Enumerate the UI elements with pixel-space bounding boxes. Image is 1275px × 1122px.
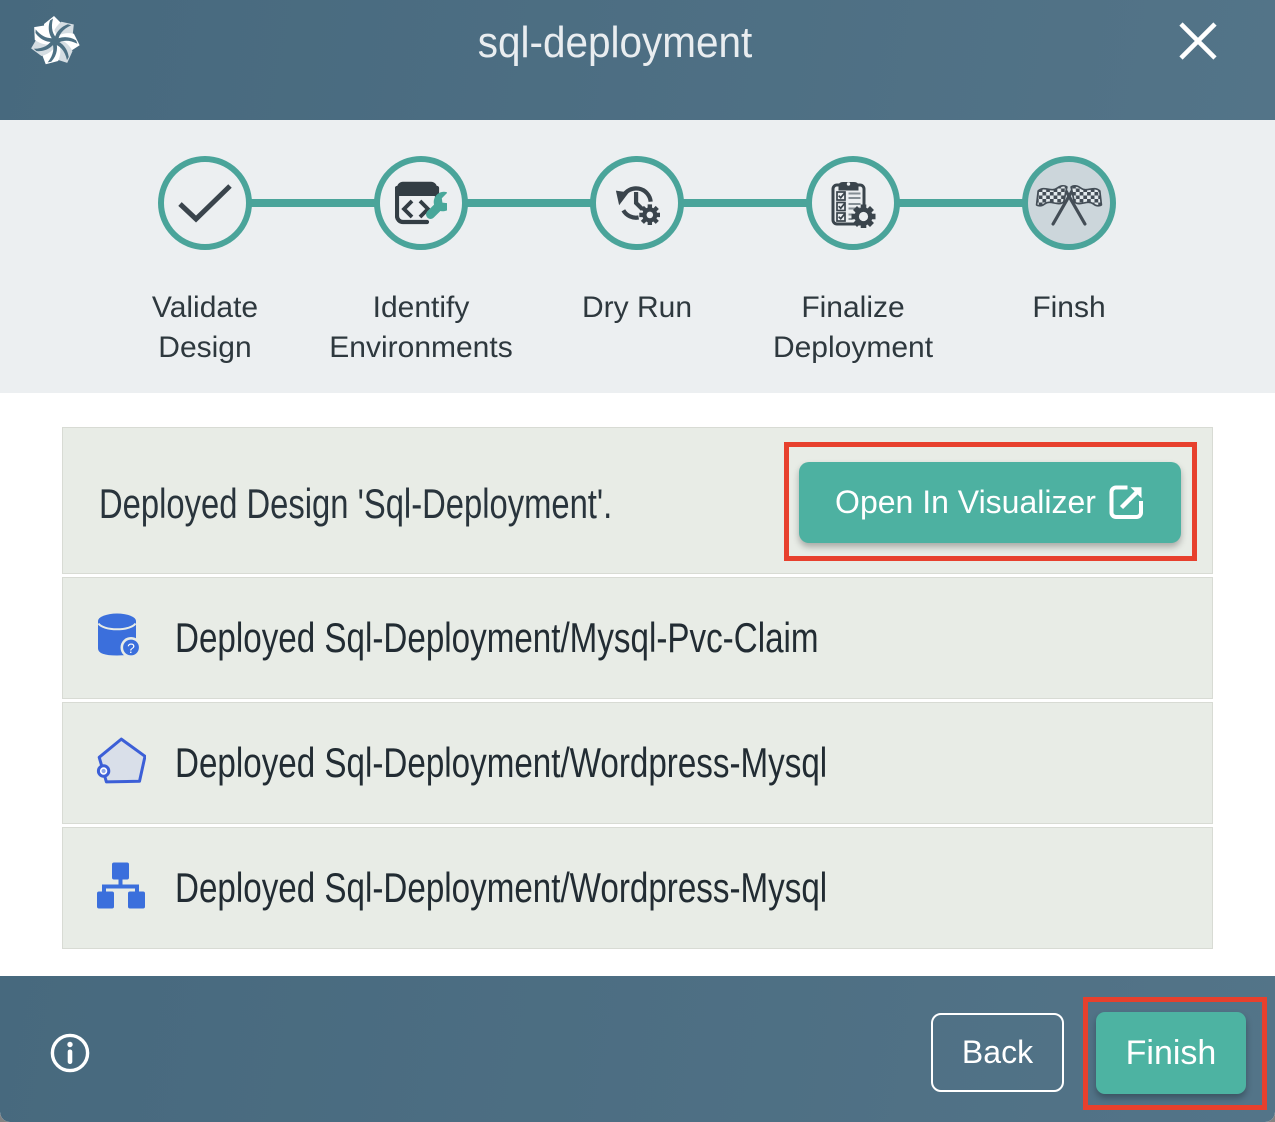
svg-text:?: ?: [127, 640, 135, 656]
